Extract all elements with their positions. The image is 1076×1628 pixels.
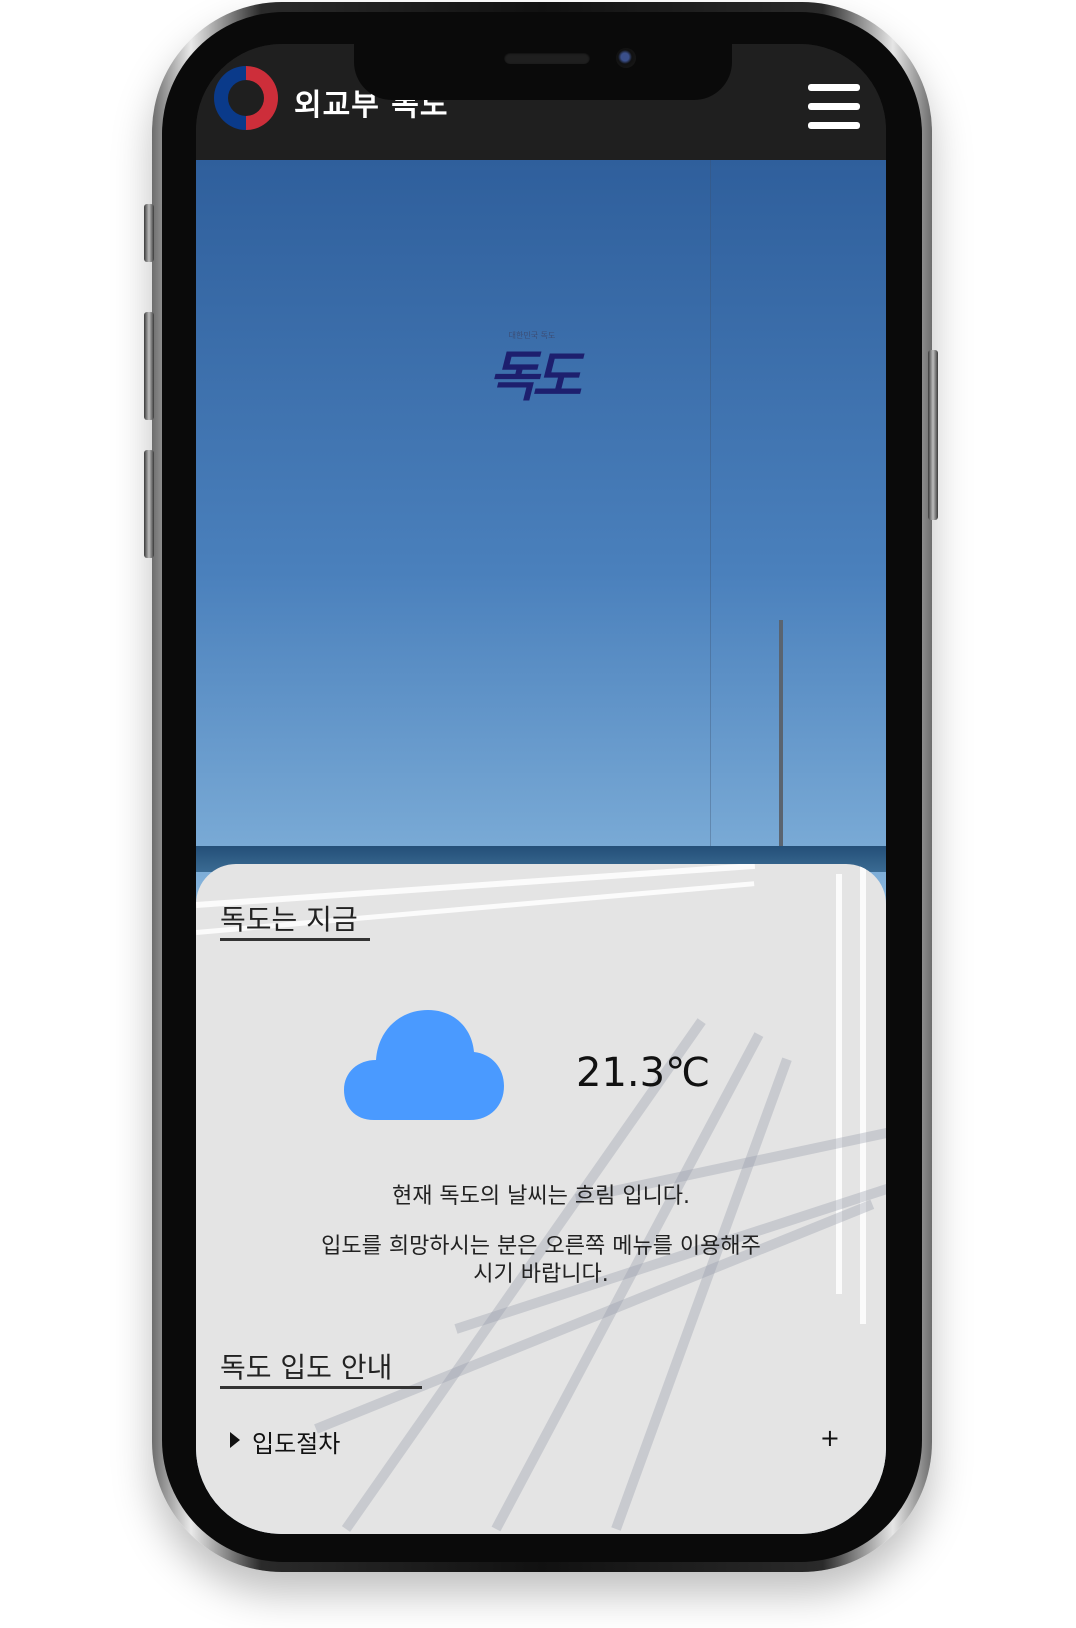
content-panel: 독도는 지금 21.3℃ 현재 독도의 날씨는 흐림 입니다. 입도를 희망하시… (196, 864, 886, 1534)
mute-switch (144, 204, 154, 262)
dokdo-calligraphy-logo: 대한민국 독도 독도 (488, 330, 581, 420)
title-underline (220, 938, 370, 941)
weather-panel: 독도는 지금 21.3℃ 현재 독도의 날씨는 흐림 입니다. 입도를 희망하시… (196, 864, 886, 1534)
phone-screen: 외교부 독도 대한민국 독도 독도 독도는 지금 21.3℃ 현재 독도의 날씨… (196, 44, 886, 1534)
antenna-wire (710, 160, 711, 860)
weather-status-text: 현재 독도의 날씨는 흐림 입니다. (391, 1184, 691, 1209)
hero-background: 대한민국 독도 독도 독도는 지금 21.3℃ 현재 독도의 날씨는 흐림 입니… (196, 160, 886, 1534)
calligraphy-text: 독도 (488, 344, 581, 408)
power-button (928, 350, 938, 520)
cloud-icon (344, 1010, 504, 1120)
weather-section-title: 독도는 지금 (220, 903, 358, 936)
temperature-reading: 21.3℃ (576, 1050, 710, 1096)
antenna-mast (779, 620, 783, 850)
guide-text-line2: 시기 바랍니다. (473, 1262, 609, 1287)
speaker-grille (504, 52, 590, 64)
title-underline (220, 1386, 422, 1389)
accordion-item-landing-procedure[interactable]: 입도절차 + (230, 1424, 840, 1458)
guide-text-line1: 입도를 희망하시는 분은 오른쪽 메뉴를 이용해주 (321, 1234, 761, 1259)
accordion-label: 입도절차 (252, 1430, 341, 1458)
volume-down-button (144, 450, 154, 558)
front-camera-icon (616, 48, 636, 68)
hamburger-menu-icon[interactable] (808, 84, 860, 130)
phone-notch (354, 38, 732, 100)
volume-up-button (144, 312, 154, 420)
calligraphy-caption: 대한민국 독도 (508, 331, 556, 340)
caret-right-icon (230, 1432, 240, 1448)
landing-section-title: 독도 입도 안내 (220, 1351, 393, 1384)
expand-plus-icon[interactable]: + (820, 1424, 840, 1452)
government-emblem-icon[interactable] (214, 66, 278, 130)
